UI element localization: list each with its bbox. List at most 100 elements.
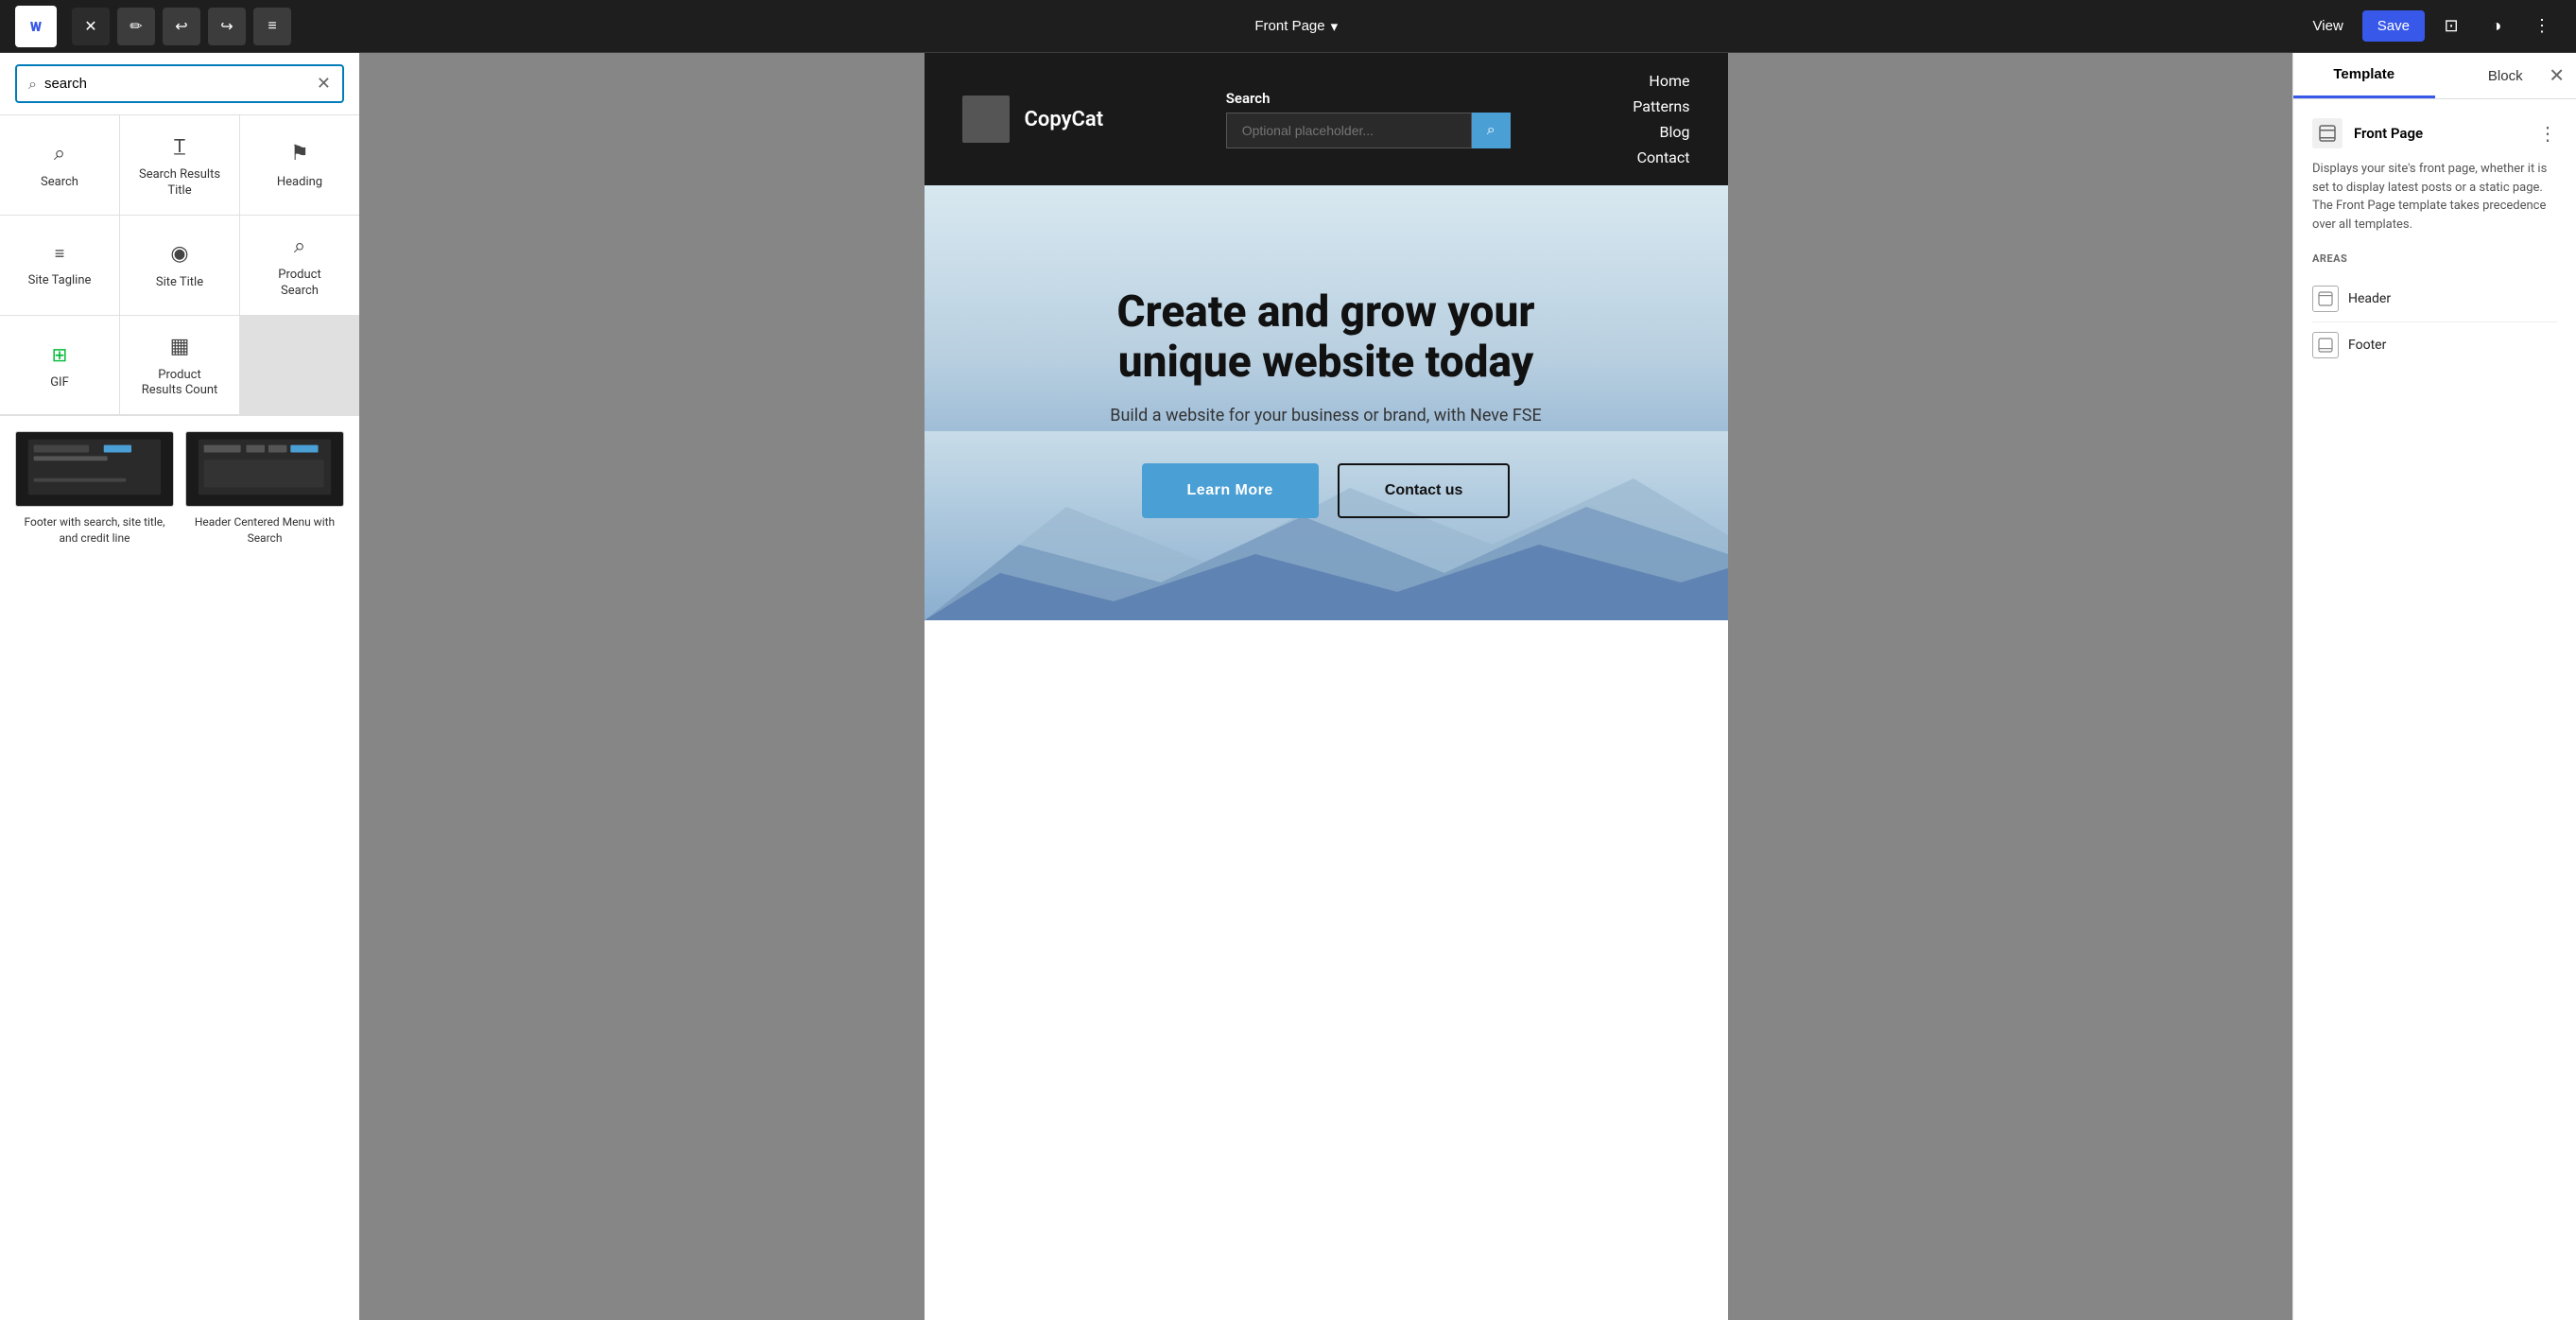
toolbar-center: Front Page ▾ xyxy=(1254,18,1338,35)
redo-icon: ↪ xyxy=(220,17,233,36)
pencil-button[interactable]: ✏ xyxy=(117,8,155,45)
area-footer[interactable]: Footer xyxy=(2312,322,2557,368)
block-item-search-results-title[interactable]: T̲ Search ResultsTitle xyxy=(120,115,239,215)
more-options-icon: ⋮ xyxy=(2533,16,2550,36)
pencil-icon: ✏ xyxy=(130,17,142,36)
pattern-footer-preview xyxy=(15,431,174,507)
block-search-box: ⌕ ✕ xyxy=(0,53,359,115)
search-icon: ⌕ xyxy=(28,75,37,94)
hero-buttons: Learn More Contact us xyxy=(1110,463,1541,518)
block-label-gif: GIF xyxy=(50,375,69,391)
areas-label: AREAS xyxy=(2312,252,2557,265)
footer-area-label: Footer xyxy=(2348,338,2386,353)
search-widget-input[interactable] xyxy=(1226,113,1472,148)
panel-description: Displays your site's front page, whether… xyxy=(2312,160,2557,234)
nav-item-home[interactable]: Home xyxy=(1649,72,1689,90)
site-tagline-icon: ≡ xyxy=(55,244,65,264)
wordpress-logo-icon: W xyxy=(15,6,57,47)
close-icon: ✕ xyxy=(84,17,96,36)
panel-template-item: Front Page ⋮ xyxy=(2312,118,2557,148)
toolbar-right: View Save ⊡ ◑ ⋮ xyxy=(2302,8,2561,45)
block-item-site-tagline[interactable]: ≡ Site Tagline xyxy=(0,216,119,315)
left-sidebar: ⌕ ✕ ⌕ Search T̲ Search ResultsTitle ⚑ He… xyxy=(0,53,359,1320)
search-block-icon: ⌕ xyxy=(54,142,65,165)
page-title-label: Front Page xyxy=(1254,18,1324,34)
block-item-gif[interactable]: ⊞ GIF xyxy=(0,316,119,415)
close-button[interactable]: ✕ xyxy=(72,8,110,45)
layout-button[interactable]: ⊡ xyxy=(2432,8,2470,45)
hero-title: Create and grow yourunique website today xyxy=(1110,287,1541,388)
list-view-button[interactable]: ≡ xyxy=(253,8,291,45)
pattern-header[interactable]: Header Centered Menu with Search xyxy=(185,431,344,547)
contrast-button[interactable]: ◑ xyxy=(2478,8,2515,45)
nav-item-patterns[interactable]: Patterns xyxy=(1633,97,1689,115)
right-panel: Template Block ✕ Front Page ⋮ Displays y… xyxy=(2292,53,2576,1320)
pattern-header-preview xyxy=(185,431,344,507)
block-label-product-search: ProductSearch xyxy=(278,268,320,300)
template-icon xyxy=(2312,118,2343,148)
toolbar-left: W ✕ ✏ ↩ ↪ ≡ xyxy=(15,6,291,47)
chevron-down-icon: ▾ xyxy=(1331,18,1339,35)
hero-content: Create and grow yourunique website today… xyxy=(1110,287,1541,519)
block-label-heading: Heading xyxy=(277,175,322,191)
undo-icon: ↩ xyxy=(175,17,187,36)
right-panel-tabs: Template Block ✕ xyxy=(2293,53,2576,99)
view-button[interactable]: View xyxy=(2302,10,2355,42)
site-logo xyxy=(962,96,1010,143)
header-search-widget: Search ⌕ xyxy=(1226,90,1511,148)
product-search-icon: ⌕ xyxy=(294,234,305,258)
nav-item-contact[interactable]: Contact xyxy=(1637,148,1690,166)
block-label-search-results-title: Search ResultsTitle xyxy=(139,167,220,200)
undo-button[interactable]: ↩ xyxy=(163,8,200,45)
canvas-area: CopyCat Search ⌕ Home Patterns Blog Con xyxy=(359,53,2292,1320)
learn-more-button[interactable]: Learn More xyxy=(1142,463,1319,518)
site-nav: Home Patterns Blog Contact xyxy=(1633,72,1689,166)
clear-search-button[interactable]: ✕ xyxy=(317,74,331,94)
footer-area-icon xyxy=(2312,332,2339,358)
block-item-product-results-count[interactable]: ▦ ProductResults Count xyxy=(120,316,239,415)
hero-section: Create and grow yourunique website today… xyxy=(925,185,1728,620)
top-toolbar: W ✕ ✏ ↩ ↪ ≡ Front Page ▾ View Save ⊡ ◑ xyxy=(0,0,2576,53)
canvas-frame: CopyCat Search ⌕ Home Patterns Blog Con xyxy=(925,53,1728,1320)
list-view-icon: ≡ xyxy=(268,18,276,35)
site-title-icon: ◉ xyxy=(170,242,188,266)
tab-template[interactable]: Template xyxy=(2293,53,2435,98)
block-label-site-tagline: Site Tagline xyxy=(28,273,92,289)
search-input[interactable] xyxy=(44,76,309,92)
search-widget-icon: ⌕ xyxy=(1487,122,1495,138)
header-area-icon xyxy=(2312,286,2339,312)
pattern-header-label: Header Centered Menu with Search xyxy=(185,514,344,547)
contact-us-button[interactable]: Contact us xyxy=(1338,463,1511,518)
save-button[interactable]: Save xyxy=(2362,10,2425,42)
more-options-button[interactable]: ⋮ xyxy=(2523,8,2561,45)
header-area-label: Header xyxy=(2348,291,2391,306)
search-results-title-icon: T̲ xyxy=(174,134,185,158)
redo-button[interactable]: ↪ xyxy=(208,8,246,45)
panel-item-title: Front Page xyxy=(2354,125,2423,142)
nav-item-blog[interactable]: Blog xyxy=(1660,123,1690,141)
pattern-footer[interactable]: Footer with search, site title, and cred… xyxy=(15,431,174,547)
area-header[interactable]: Header xyxy=(2312,276,2557,322)
block-item-site-title[interactable]: ◉ Site Title xyxy=(120,216,239,315)
panel-item-menu-button[interactable]: ⋮ xyxy=(2538,122,2557,145)
site-logo-area: CopyCat xyxy=(962,96,1104,143)
search-widget-row: ⌕ xyxy=(1226,113,1511,148)
page-title-button[interactable]: Front Page ▾ xyxy=(1254,18,1338,35)
site-name: CopyCat xyxy=(1025,108,1104,131)
search-widget-button[interactable]: ⌕ xyxy=(1472,113,1511,148)
close-panel-button[interactable]: ✕ xyxy=(2549,64,2565,88)
block-grid: ⌕ Search T̲ Search ResultsTitle ⚑ Headin… xyxy=(0,115,359,415)
main-layout: ⌕ ✕ ⌕ Search T̲ Search ResultsTitle ⚑ He… xyxy=(0,53,2576,1320)
search-input-wrapper: ⌕ ✕ xyxy=(15,64,344,103)
hero-subtitle: Build a website for your business or bra… xyxy=(1110,406,1541,426)
contrast-icon: ◑ xyxy=(2492,16,2502,36)
pattern-footer-label: Footer with search, site title, and cred… xyxy=(15,514,174,547)
block-item-product-search[interactable]: ⌕ ProductSearch xyxy=(240,216,359,315)
site-header: CopyCat Search ⌕ Home Patterns Blog Con xyxy=(925,53,1728,185)
block-item-heading[interactable]: ⚑ Heading xyxy=(240,115,359,215)
block-label-search: Search xyxy=(41,175,78,191)
block-item-search[interactable]: ⌕ Search xyxy=(0,115,119,215)
heading-block-icon: ⚑ xyxy=(290,142,309,165)
search-widget-label: Search xyxy=(1226,90,1511,107)
svg-text:W: W xyxy=(30,20,42,35)
